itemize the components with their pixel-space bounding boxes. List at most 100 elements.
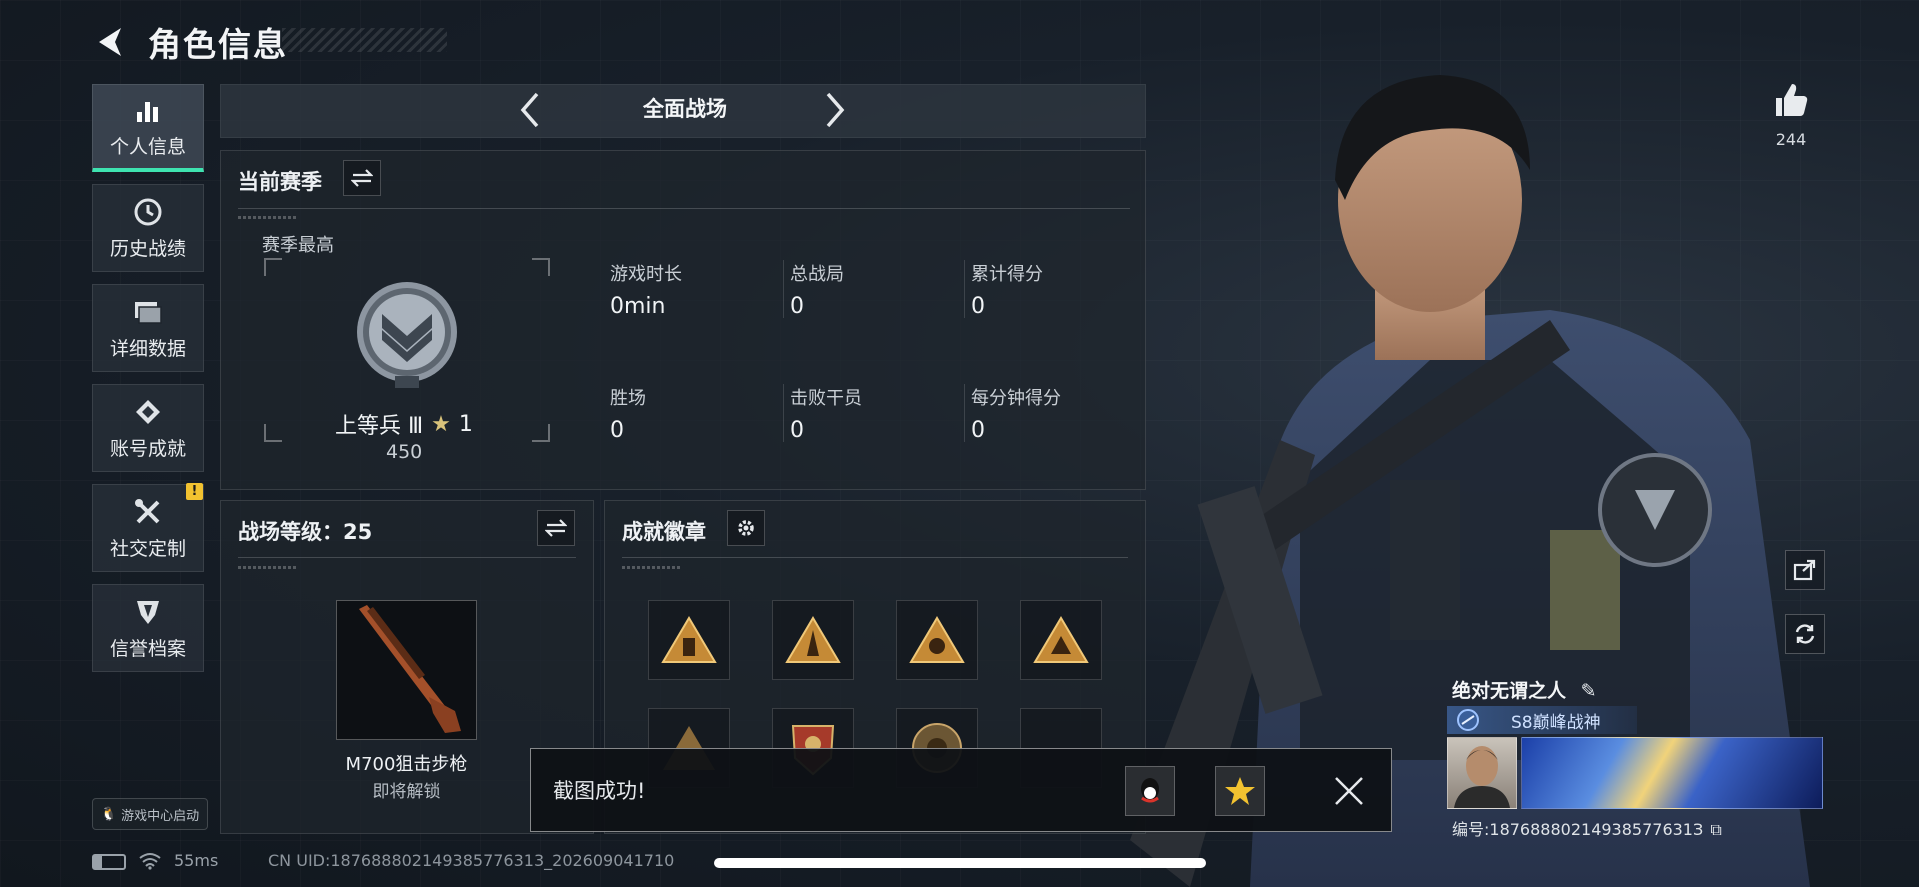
weapon-image[interactable]: [336, 600, 477, 740]
share-button[interactable]: [1785, 550, 1825, 590]
wifi-icon: [139, 853, 161, 870]
back-button[interactable]: [92, 22, 128, 62]
sidebar-item-label: 详细数据: [109, 337, 186, 360]
mode-next-button[interactable]: [815, 88, 855, 132]
like-count: 244: [1775, 130, 1807, 149]
sidebar-item-label: 社交定制: [109, 537, 186, 560]
badges-settings-button[interactable]: [727, 510, 765, 546]
stat-value: 0: [790, 418, 804, 443]
game-center-button[interactable]: 🐧 游戏中心启动: [92, 798, 208, 830]
share-icon: [1793, 559, 1816, 581]
sidebar-item-history[interactable]: 历史战绩: [92, 184, 204, 272]
decoration: [238, 566, 298, 569]
copy-icon[interactable]: ⧉: [1710, 820, 1721, 839]
toast-close-button[interactable]: [1325, 766, 1373, 816]
title-decoration: [282, 28, 447, 52]
rank-stars: 1: [458, 411, 473, 437]
notification-badge: !: [186, 483, 203, 500]
stat-label: 胜场: [610, 388, 646, 409]
divider: [238, 208, 1130, 209]
stat-separator: [783, 384, 784, 442]
battery-icon: [92, 854, 126, 870]
achievement-badge[interactable]: [648, 600, 730, 680]
sidebar-item-achievements[interactable]: 账号成就: [92, 384, 204, 472]
sniper-rifle-icon: [359, 605, 461, 733]
page-title: 角色信息: [148, 25, 288, 64]
stat-separator: [964, 260, 965, 318]
player-name: 绝对无谓之人 ✎: [1452, 676, 1597, 703]
qzone-star-icon: [1225, 777, 1255, 805]
decoration: [238, 216, 298, 219]
triangle-badge-icon: [661, 616, 717, 663]
rank-points: 450: [386, 441, 423, 463]
chevron-right-icon: [826, 92, 845, 128]
triangle-badge-icon: [785, 616, 841, 663]
badges-title: 成就徽章: [622, 520, 706, 544]
sidebar-item-details[interactable]: 详细数据: [92, 284, 204, 372]
clock-icon: [132, 196, 164, 228]
refresh-icon: [1795, 624, 1815, 644]
stat-label: 累计得分: [971, 264, 1043, 285]
avatar-portrait: [1454, 746, 1510, 808]
achievement-badge[interactable]: [1020, 600, 1102, 680]
swap-icon: [351, 169, 373, 187]
account-uid: CN UID:187688802149385776313_20260904171…: [268, 851, 675, 870]
stat-value: 0: [971, 294, 985, 319]
weapon-name: M700狙击步枪: [345, 754, 468, 775]
title-emblem-icon: [1457, 709, 1479, 731]
sidebar-item-label: 个人信息: [109, 136, 186, 158]
share-qzone-button[interactable]: [1215, 766, 1265, 816]
like-icon[interactable]: [1770, 80, 1810, 120]
close-icon: [1335, 777, 1363, 805]
rank-display: 上等兵 Ⅲ ★ 1: [335, 408, 473, 440]
player-name-text: 绝对无谓之人: [1452, 680, 1567, 702]
decoration: [622, 566, 682, 569]
stat-label: 击败干员: [790, 388, 862, 409]
sidebar-item-label: 信誉档案: [109, 637, 186, 660]
ping-value: 55ms: [174, 851, 219, 870]
sidebar-item-personal-info[interactable]: 个人信息: [92, 84, 204, 172]
player-title-ribbon: S8巅峰战神: [1447, 706, 1637, 734]
avatar[interactable]: [1447, 737, 1517, 809]
achievement-icon: [132, 396, 164, 428]
shield-icon: [132, 596, 164, 628]
chevron-left-icon: [520, 92, 539, 128]
stat-label: 每分钟得分: [971, 388, 1061, 409]
share-qq-button[interactable]: [1125, 766, 1175, 816]
achievement-badge[interactable]: [772, 600, 854, 680]
bar-chart-icon: [132, 94, 164, 126]
mode-prev-button[interactable]: [510, 88, 550, 132]
player-title: S8巅峰战神: [1511, 712, 1601, 733]
stat-label: 游戏时长: [610, 264, 682, 285]
season-title: 当前赛季: [238, 170, 322, 194]
tools-icon: [132, 496, 164, 528]
folder-icon: [132, 296, 164, 328]
stat-value: 0: [610, 418, 624, 443]
player-id: 编号:18768880214938577631З ⧉: [1452, 816, 1722, 840]
season-switch-button[interactable]: [343, 160, 381, 196]
qq-icon: [1141, 778, 1159, 803]
qq-icon: 🐧: [100, 806, 118, 822]
game-center-label: 游戏中心启动: [121, 808, 200, 824]
player-banner[interactable]: [1521, 737, 1823, 809]
stat-value: 0: [790, 294, 804, 319]
stat-separator: [964, 384, 965, 442]
achievement-badge[interactable]: [896, 600, 978, 680]
swap-icon: [545, 519, 567, 537]
edit-icon[interactable]: ✎: [1581, 680, 1597, 702]
back-arrow-icon: [99, 28, 121, 56]
sidebar-item-credit[interactable]: 信誉档案: [92, 584, 204, 672]
toast-message: 截图成功!: [553, 779, 646, 803]
home-indicator[interactable]: [714, 858, 1206, 868]
sidebar-item-label: 历史战绩: [109, 237, 186, 260]
divider: [238, 557, 576, 558]
stat-value: 0: [971, 418, 985, 443]
sidebar-item-label: 账号成就: [109, 437, 186, 460]
stat-label: 总战局: [790, 264, 844, 285]
battlefield-switch-button[interactable]: [537, 510, 575, 546]
player-id-text: 编号:18768880214938577631З: [1452, 820, 1704, 839]
season-best-label: 赛季最高: [262, 235, 334, 256]
battlefield-level: 战场等级：25: [238, 520, 373, 544]
gear-icon: [738, 520, 754, 536]
refresh-button[interactable]: [1785, 614, 1825, 654]
